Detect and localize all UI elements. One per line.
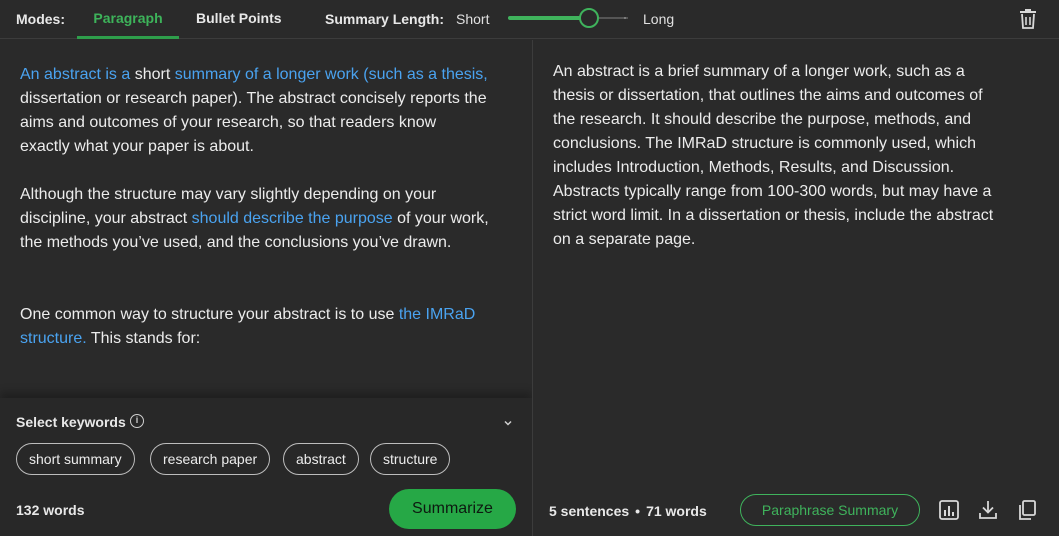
keyword-chip-abstract[interactable]: abstract (283, 443, 359, 475)
keyword-chip-structure[interactable]: structure (370, 443, 451, 475)
summary-stats: 5 sentences • 71 words (549, 503, 707, 519)
p1-segment: short (134, 66, 175, 83)
slider-end-dot (624, 17, 626, 19)
trash-icon[interactable] (1018, 8, 1038, 30)
paraphrase-summary-button[interactable]: Paraphrase Summary (740, 494, 920, 526)
p1-segment: summary of a longer work (such as a thes… (174, 66, 488, 83)
toolbar: Modes: Paragraph Bullet Points Summary L… (0, 0, 1059, 39)
download-icon[interactable] (977, 499, 999, 521)
copy-icon[interactable] (1016, 499, 1038, 521)
info-icon[interactable]: i (130, 414, 144, 428)
p1-segment: dissertation or research paper). The abs… (20, 90, 487, 155)
summary-output-text: An abstract is a brief summary of a long… (553, 63, 994, 248)
input-paragraph-1: An abstract is a short summary of a long… (20, 63, 490, 159)
summary-length-short-label: Short (456, 11, 490, 27)
p2-segment: should describe the purpose (191, 210, 393, 227)
stats-separator: • (635, 503, 641, 519)
input-word-count: 132 words (16, 502, 85, 518)
input-paragraph-2: Although the structure may vary slightly… (20, 183, 490, 255)
modes-label: Modes: (16, 11, 65, 27)
output-word-count: 71 words (646, 503, 707, 519)
p1-segment: An abstract is a (20, 66, 135, 83)
tab-paragraph[interactable]: Paragraph (77, 0, 179, 39)
input-paragraph-3: One common way to structure your abstrac… (20, 303, 490, 351)
keyword-chip-research-paper[interactable]: research paper (150, 443, 271, 475)
sentence-count: 5 sentences (549, 503, 630, 519)
p3-segment: This stands for: (86, 330, 201, 347)
tab-bullet-points[interactable]: Bullet Points (196, 0, 282, 39)
chevron-down-icon[interactable] (502, 416, 514, 428)
summary-length-long-label: Long (643, 11, 675, 27)
p3-segment: One common way to structure your abstrac… (20, 306, 399, 323)
summary-length-label: Summary Length: (325, 11, 445, 27)
output-pane: An abstract is a brief summary of a long… (533, 40, 1059, 536)
keyword-chip-short-summary[interactable]: short summary (16, 443, 135, 475)
input-pane: An abstract is a short summary of a long… (0, 40, 532, 536)
slider-fill (508, 16, 587, 20)
summarize-button[interactable]: Summarize (389, 489, 516, 529)
keywords-panel: Select keywords i short summary research… (0, 398, 532, 536)
summary-length-slider[interactable] (508, 8, 628, 28)
slider-thumb[interactable] (579, 8, 599, 28)
select-keywords-title: Select keywords (16, 414, 126, 430)
statistics-icon[interactable] (938, 499, 960, 521)
input-text-area[interactable]: An abstract is a short summary of a long… (20, 63, 490, 351)
